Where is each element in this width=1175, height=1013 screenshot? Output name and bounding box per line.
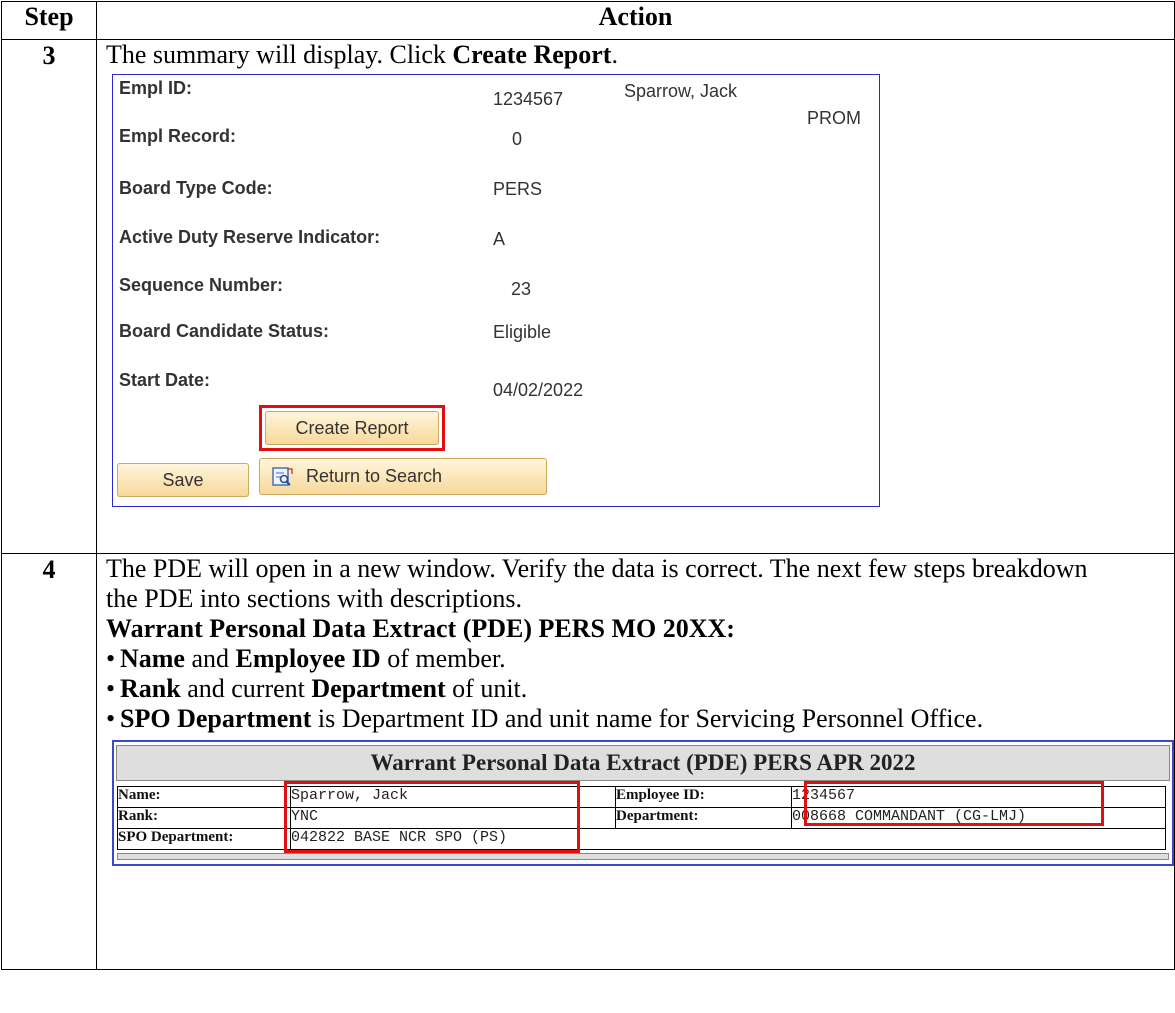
steps-table: Step Action 3 The summary will display. … — [1, 1, 1175, 970]
return-to-search-label: Return to Search — [306, 466, 443, 486]
name-label: Name: — [117, 786, 291, 808]
department-label: Department: — [615, 807, 792, 829]
name-rank-spo-highlight — [284, 781, 580, 853]
step3-instruction: The summary will display. Click Create R… — [106, 40, 618, 69]
list-item: SPO Department is Department ID and unit… — [106, 704, 1120, 734]
save-button[interactable]: Save — [117, 463, 249, 497]
return-to-search-button[interactable]: Return to Search — [259, 458, 547, 495]
board-type-label: Board Type Code: — [119, 178, 273, 198]
spo-department-label: SPO Department: — [117, 828, 291, 850]
search-return-icon — [272, 466, 293, 486]
table-row: SPO Department: 042822 BASE NCR SPO (PS) — [117, 828, 1166, 850]
action-cell: The summary will display. Click Create R… — [96, 39, 1175, 554]
pde-bullets: Name and Employee ID of member. Rank and… — [106, 644, 1174, 734]
start-date-value: 04/02/2022 — [493, 380, 584, 400]
step-number-cell: 3 — [1, 39, 97, 554]
pde-title: Warrant Personal Data Extract (PDE) PERS… — [116, 745, 1170, 781]
empl-id-label: Empl ID: — [119, 78, 193, 98]
action-cell: The PDE will open in a new window. Verif… — [96, 553, 1175, 970]
adri-value: A — [493, 229, 506, 249]
step-number: 4 — [42, 555, 56, 584]
pde-header-section: Warrant Personal Data Extract (PDE) PERS… — [112, 740, 1174, 866]
action-header: Action — [96, 1, 1175, 40]
adri-label: Active Duty Reserve Indicator: — [119, 227, 381, 247]
create-report-ref: Create Report — [452, 40, 612, 69]
step-header: Step — [1, 1, 97, 40]
start-date-label: Start Date: — [119, 370, 211, 390]
step-row-3: 3 The summary will display. Click Create… — [1, 39, 1175, 554]
employee-name: Sparrow, Jack — [624, 81, 738, 101]
candidate-status-label: Board Candidate Status: — [119, 321, 330, 341]
sequence-label: Sequence Number: — [119, 275, 284, 295]
rank-label: Rank: — [117, 807, 291, 829]
list-item: Rank and current Department of unit. — [106, 674, 1174, 704]
emplid-department-highlight — [804, 781, 1104, 826]
prom-value: PROM — [807, 108, 861, 128]
sequence-value: 23 — [511, 279, 532, 299]
step-row-4: 4 The PDE will open in a new window. Ver… — [1, 553, 1175, 970]
step4-paragraph: The PDE will open in a new window. Verif… — [106, 554, 1088, 613]
create-report-button[interactable]: Create Report — [265, 411, 439, 445]
board-type-value: PERS — [493, 179, 543, 199]
list-item: Name and Employee ID of member. — [106, 644, 1174, 674]
step-number: 3 — [42, 41, 56, 70]
step-number-cell: 4 — [1, 553, 97, 970]
employee-id-label: Employee ID: — [615, 786, 792, 808]
candidate-status-value: Eligible — [493, 322, 552, 342]
empl-id-value: 1234567 — [493, 89, 564, 109]
empl-record-value: 0 — [512, 129, 523, 149]
pde-bottom-bar — [117, 853, 1169, 860]
header-row: Step Action — [1, 1, 1175, 40]
summary-panel: Empl ID: 1234567 Sparrow, Jack PROM Empl… — [112, 74, 880, 507]
pde-heading: Warrant Personal Data Extract (PDE) PERS… — [106, 614, 735, 643]
empl-record-label: Empl Record: — [119, 126, 237, 146]
